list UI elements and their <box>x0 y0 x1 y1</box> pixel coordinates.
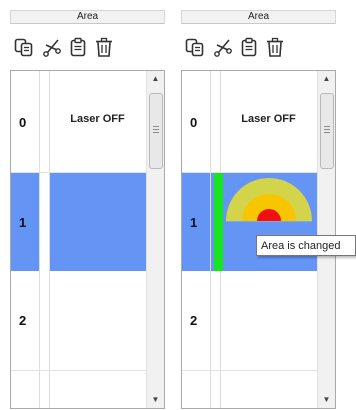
tooltip: Area is changed <box>256 235 356 256</box>
row-number: 1 <box>19 215 27 230</box>
list-item-selected[interactable]: 1 <box>11 173 146 271</box>
area-toolbar <box>10 34 165 60</box>
area-toolbar <box>181 34 336 60</box>
thumb-grip <box>153 129 159 130</box>
vertical-scrollbar[interactable]: ▲ ▼ <box>146 71 164 408</box>
row-number: 0 <box>19 115 27 130</box>
cut-icon[interactable] <box>41 36 63 58</box>
delete-icon[interactable] <box>93 36 115 58</box>
list-item[interactable]: 2 <box>182 271 317 369</box>
thumb-grip <box>324 126 330 127</box>
area-panel-original: Area 0 Laser OFF 1 2 ▲ ▼ <box>10 10 165 409</box>
list-item-selected[interactable]: 1 <box>182 173 317 271</box>
list-item[interactable]: 0 Laser OFF <box>182 71 317 173</box>
row-number: 1 <box>190 215 198 230</box>
row-number: 2 <box>190 313 198 328</box>
scroll-thumb[interactable] <box>149 93 163 169</box>
area-header: Area <box>181 10 336 24</box>
copy-icon[interactable] <box>13 36 35 58</box>
scroll-down-arrow-icon[interactable]: ▼ <box>318 392 335 408</box>
delete-icon[interactable] <box>264 36 286 58</box>
area-list[interactable]: 0 Laser OFF 1 2 ▲ ▼ <box>10 70 165 409</box>
scroll-thumb[interactable] <box>320 93 334 169</box>
thumb-grip <box>324 129 330 130</box>
scroll-up-arrow-icon[interactable]: ▲ <box>147 71 164 87</box>
row-divider <box>182 370 317 371</box>
row-number: 2 <box>19 313 27 328</box>
scroll-down-arrow-icon[interactable]: ▼ <box>147 392 164 408</box>
area-panel-changed: Area 0 Laser OFF 1 2 ▲ ▼ <box>181 10 336 409</box>
paste-icon[interactable] <box>238 36 260 58</box>
cut-icon[interactable] <box>212 36 234 58</box>
row-caption: Laser OFF <box>70 113 125 125</box>
list-item[interactable]: 0 Laser OFF <box>11 71 146 173</box>
row-number: 0 <box>190 115 198 130</box>
paste-icon[interactable] <box>67 36 89 58</box>
area-header: Area <box>10 10 165 24</box>
copy-icon[interactable] <box>184 36 206 58</box>
thumb-grip <box>153 126 159 127</box>
row-caption: Laser OFF <box>241 113 296 125</box>
scroll-up-arrow-icon[interactable]: ▲ <box>318 71 335 87</box>
row-divider <box>11 370 146 371</box>
thumb-grip <box>324 132 330 133</box>
thumb-grip <box>153 132 159 133</box>
list-item[interactable]: 2 <box>11 271 146 369</box>
